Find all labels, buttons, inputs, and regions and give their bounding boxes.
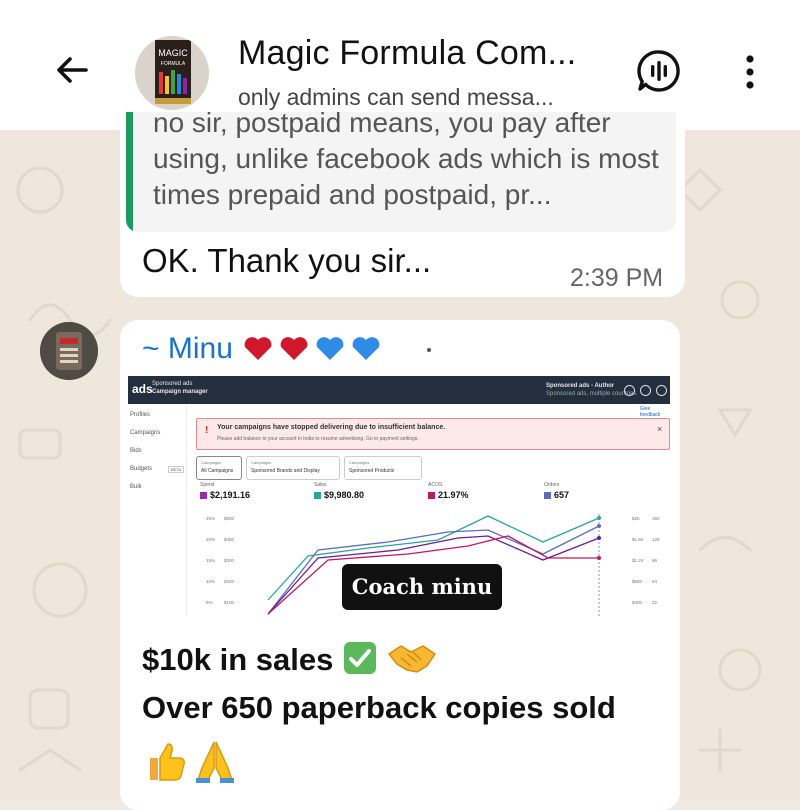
metric-acos: ACOS 21.97% [428,482,469,500]
feedback-link: Give feedback [640,406,661,418]
back-arrow-icon[interactable] [50,48,94,92]
caption-line-1: $10k in sales [142,640,437,678]
alert-close-icon: × [657,424,663,434]
heart-emojis-icon [244,337,380,360]
metric-spend: Spend $2,191.16 [200,482,251,500]
caption-line-3 [142,738,238,784]
handshake-icon [387,645,436,673]
svg-text:$500: $500 [224,516,235,521]
sender-name-text: ~ Minu [142,332,233,365]
settings-icon [656,385,667,396]
group-subtitle: only admins can send messa... [238,84,554,110]
svg-text:$800: $800 [632,579,643,584]
alert-title: Your campaigns have stopped delivering d… [217,424,446,431]
svg-text:$200: $200 [224,579,235,584]
ads-tab: Campaigns All Campaigns [196,456,242,480]
alert-body: Please add balance to your account in In… [217,436,419,442]
image-watermark: Coach minu [342,564,502,610]
help-icon [640,385,651,396]
svg-text:160: 160 [652,516,660,521]
ads-tab: Campaigns Sponsored Products [344,456,422,480]
svg-text:$100: $100 [224,600,235,605]
svg-text:$400: $400 [632,600,643,605]
svg-text:64: 64 [652,579,658,584]
bell-icon [624,385,635,396]
svg-text:96: 96 [652,558,658,563]
svg-text:$400: $400 [224,537,235,542]
ads-logo: ads [132,382,153,396]
metric-sales: Sales $9,980.80 [314,482,365,500]
group-avatar[interactable]: MAGIC FORMULA [135,36,209,110]
caption-line-1-text: $10k in sales [142,642,334,677]
ads-side-item: Bids [130,448,142,454]
quote-accent-bar [126,112,133,232]
ads-side-item: Bulk [130,484,142,490]
ads-side-item: Profiles [130,412,151,418]
thumbs-up-icon [150,743,185,781]
svg-text:32: 32 [652,600,658,605]
ads-account: Sponsored ads - Author Sponsored ads, mu… [546,383,637,397]
svg-text:$1.6K: $1.6K [632,537,644,542]
check-mark-button-icon [343,642,376,674]
separator-dot [427,348,431,352]
quoted-text: no sir, postpaid means, you pay after us… [153,112,659,210]
ads-topbar: ads Sponsored ads Campaign manager Spons… [128,376,670,404]
ads-topbar-title: Sponsored ads Campaign manager [152,381,208,395]
chat-header: MAGIC FORMULA Magic Formula Com... only … [0,0,800,130]
ads-sidebar: Profiles Campaigns Bids Budgets Bulk BET… [128,404,187,616]
more-options-icon[interactable] [735,50,765,94]
message-time: 2:39 PM [570,264,664,292]
tick-label: 25% [206,516,215,521]
metric-orders: Orders 657 [544,482,570,500]
message-text: OK. Thank you sir... [142,242,432,279]
sender-name[interactable]: ~ Minu [142,332,391,366]
group-title[interactable]: Magic Formula Com... [238,34,576,73]
ads-side-badge: BETA [168,466,185,473]
caption-line-2: Over 650 paperback copies sold [142,690,616,725]
quoted-reply[interactable]: no sir, postpaid means, you pay after us… [126,112,676,232]
ads-alert: ! Your campaigns have stopped delivering… [196,418,670,450]
ads-side-item: Campaigns [130,430,161,436]
svg-text:$1.2K: $1.2K [632,558,644,563]
voice-chat-icon[interactable] [634,46,684,96]
svg-text:15%: 15% [206,558,215,563]
svg-text:FORMULA: FORMULA [161,61,186,67]
ads-tab: Campaigns Sponsored Brands and Display [246,456,340,480]
svg-text:128: 128 [652,537,660,542]
alert-icon: ! [205,425,209,436]
ads-side-item: Budgets [130,466,153,472]
svg-text:MAGIC: MAGIC [158,48,188,58]
svg-text:$2K: $2K [632,516,640,521]
svg-text:10%: 10% [206,579,215,584]
svg-text:$300: $300 [224,558,235,563]
sender-avatar[interactable] [40,322,98,380]
svg-text:20%: 20% [206,537,215,542]
svg-text:5%: 5% [206,600,213,605]
folded-hands-icon [196,741,235,783]
